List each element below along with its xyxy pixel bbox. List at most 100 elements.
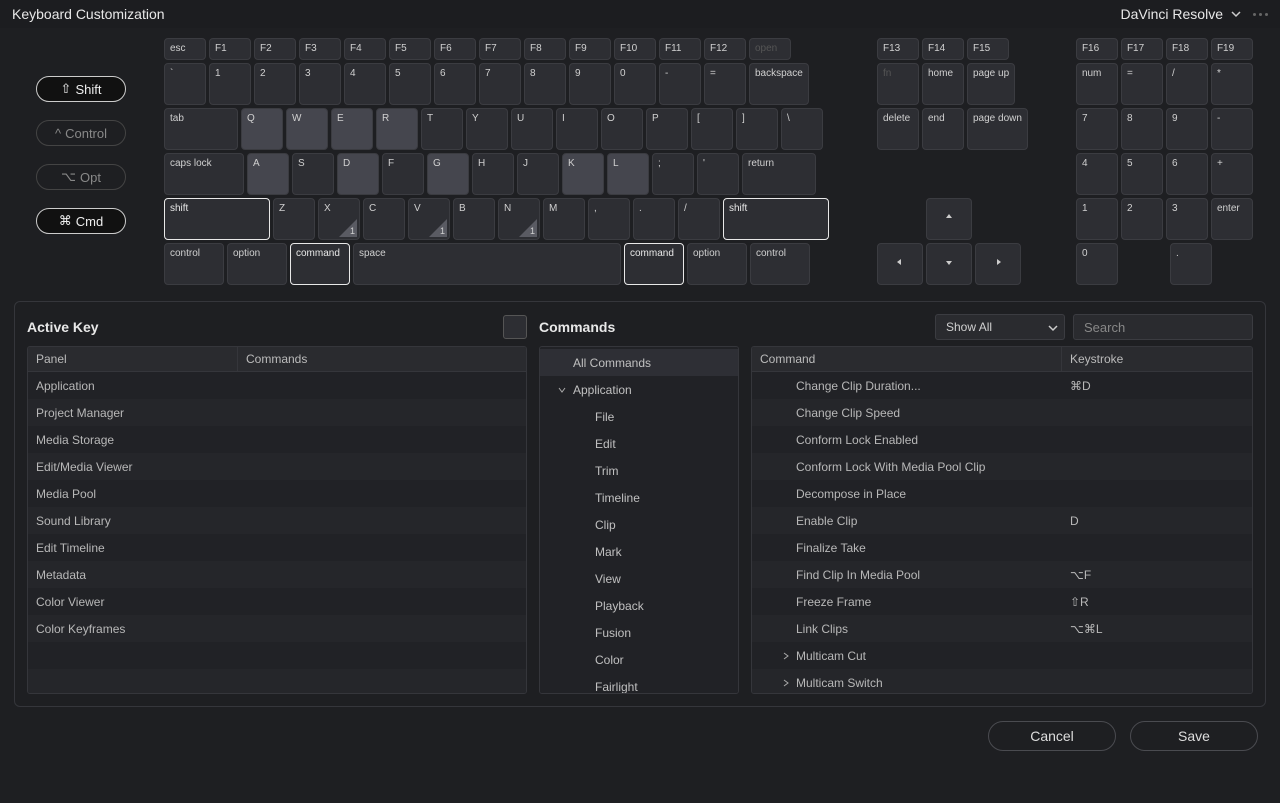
arrow-right-key[interactable] [975, 243, 1021, 285]
key-f19[interactable]: F19 [1211, 38, 1253, 60]
command-row[interactable]: Change Clip Duration...⌘D [752, 372, 1252, 399]
key--[interactable]: , [588, 198, 630, 240]
ellipsis-menu[interactable] [1253, 13, 1268, 16]
key--[interactable]: ; [652, 153, 694, 195]
key-u[interactable]: U [511, 108, 553, 150]
key-1[interactable]: 1 [209, 63, 251, 105]
key-f14[interactable]: F14 [922, 38, 964, 60]
key--[interactable]: \ [781, 108, 823, 150]
key-b[interactable]: B [453, 198, 495, 240]
key-2[interactable]: 2 [254, 63, 296, 105]
key-f15[interactable]: F15 [967, 38, 1009, 60]
key-tab[interactable]: tab [164, 108, 238, 150]
key-f8[interactable]: F8 [524, 38, 566, 60]
active-key-swatch[interactable] [503, 315, 527, 339]
arrow-left-key[interactable] [877, 243, 923, 285]
key-fn[interactable]: fn [877, 63, 919, 105]
key-f6[interactable]: F6 [434, 38, 476, 60]
key-f9[interactable]: F9 [569, 38, 611, 60]
key--[interactable]: * [1211, 63, 1253, 105]
key-z[interactable]: Z [273, 198, 315, 240]
key-7[interactable]: 7 [1076, 108, 1118, 150]
key-page-up[interactable]: page up [967, 63, 1015, 105]
key-caps-lock[interactable]: caps lock [164, 153, 244, 195]
key-home[interactable]: home [922, 63, 964, 105]
tree-item[interactable]: Application [540, 376, 738, 403]
key-k[interactable]: K [562, 153, 604, 195]
col-command[interactable]: Command [752, 347, 1062, 371]
key-num[interactable]: num [1076, 63, 1118, 105]
key--[interactable]: = [1121, 63, 1163, 105]
active-key-row[interactable]: Edit/Media Viewer [28, 453, 526, 480]
col-panel[interactable]: Panel [28, 347, 238, 371]
key-r[interactable]: R [376, 108, 418, 150]
key-f17[interactable]: F17 [1121, 38, 1163, 60]
cancel-button[interactable]: Cancel [988, 721, 1116, 751]
key-7[interactable]: 7 [479, 63, 521, 105]
tree-item[interactable]: Fairlight [540, 673, 738, 694]
key-option[interactable]: option [687, 243, 747, 285]
key--[interactable]: = [704, 63, 746, 105]
key--[interactable]: / [1166, 63, 1208, 105]
key-p[interactable]: P [646, 108, 688, 150]
key-control[interactable]: control [750, 243, 810, 285]
key-f12[interactable]: F12 [704, 38, 746, 60]
key-f16[interactable]: F16 [1076, 38, 1118, 60]
key-delete[interactable]: delete [877, 108, 919, 150]
key-a[interactable]: A [247, 153, 289, 195]
key-command[interactable]: command [624, 243, 684, 285]
active-key-row[interactable]: Metadata [28, 561, 526, 588]
key-8[interactable]: 8 [524, 63, 566, 105]
key-0[interactable]: 0 [1076, 243, 1118, 285]
key-d[interactable]: D [337, 153, 379, 195]
tree-item[interactable]: Edit [540, 430, 738, 457]
tree-item[interactable]: Timeline [540, 484, 738, 511]
key-e[interactable]: E [331, 108, 373, 150]
key--[interactable]: [ [691, 108, 733, 150]
key-h[interactable]: H [472, 153, 514, 195]
command-row[interactable]: Enable ClipD [752, 507, 1252, 534]
key--[interactable]: ' [697, 153, 739, 195]
tree-item[interactable]: All Commands [540, 349, 738, 376]
key--[interactable]: / [678, 198, 720, 240]
key-o[interactable]: O [601, 108, 643, 150]
key--[interactable]: - [659, 63, 701, 105]
key--[interactable]: + [1211, 153, 1253, 195]
active-key-row[interactable]: Sound Library [28, 507, 526, 534]
key-f2[interactable]: F2 [254, 38, 296, 60]
key-space[interactable]: space [353, 243, 621, 285]
modifier-opt[interactable]: ⌥Opt [36, 164, 126, 190]
active-key-row[interactable]: Color Keyframes [28, 615, 526, 642]
key-9[interactable]: 9 [1166, 108, 1208, 150]
key-3[interactable]: 3 [1166, 198, 1208, 240]
key-1[interactable]: 1 [1076, 198, 1118, 240]
key-f11[interactable]: F11 [659, 38, 701, 60]
col-keystroke[interactable]: Keystroke [1062, 347, 1252, 371]
modifier-shift[interactable]: ⇧Shift [36, 76, 126, 102]
preset-dropdown[interactable]: DaVinci Resolve [1121, 6, 1241, 22]
key-n[interactable]: N1 [498, 198, 540, 240]
key-q[interactable]: Q [241, 108, 283, 150]
command-row[interactable]: Decompose in Place [752, 480, 1252, 507]
search-input[interactable] [1073, 314, 1253, 340]
key-control[interactable]: control [164, 243, 224, 285]
tree-item[interactable]: Fusion [540, 619, 738, 646]
key-y[interactable]: Y [466, 108, 508, 150]
key--[interactable]: ` [164, 63, 206, 105]
key-v[interactable]: V1 [408, 198, 450, 240]
key-f[interactable]: F [382, 153, 424, 195]
tree-item[interactable]: Color [540, 646, 738, 673]
key-j[interactable]: J [517, 153, 559, 195]
key-f18[interactable]: F18 [1166, 38, 1208, 60]
key-6[interactable]: 6 [434, 63, 476, 105]
command-row[interactable]: Freeze Frame⇧R [752, 588, 1252, 615]
key-w[interactable]: W [286, 108, 328, 150]
key-t[interactable]: T [421, 108, 463, 150]
key-2[interactable]: 2 [1121, 198, 1163, 240]
tree-item[interactable]: Mark [540, 538, 738, 565]
key-3[interactable]: 3 [299, 63, 341, 105]
key-c[interactable]: C [363, 198, 405, 240]
active-key-row[interactable]: Media Storage [28, 426, 526, 453]
active-key-row[interactable]: Color Viewer [28, 588, 526, 615]
key-g[interactable]: G [427, 153, 469, 195]
